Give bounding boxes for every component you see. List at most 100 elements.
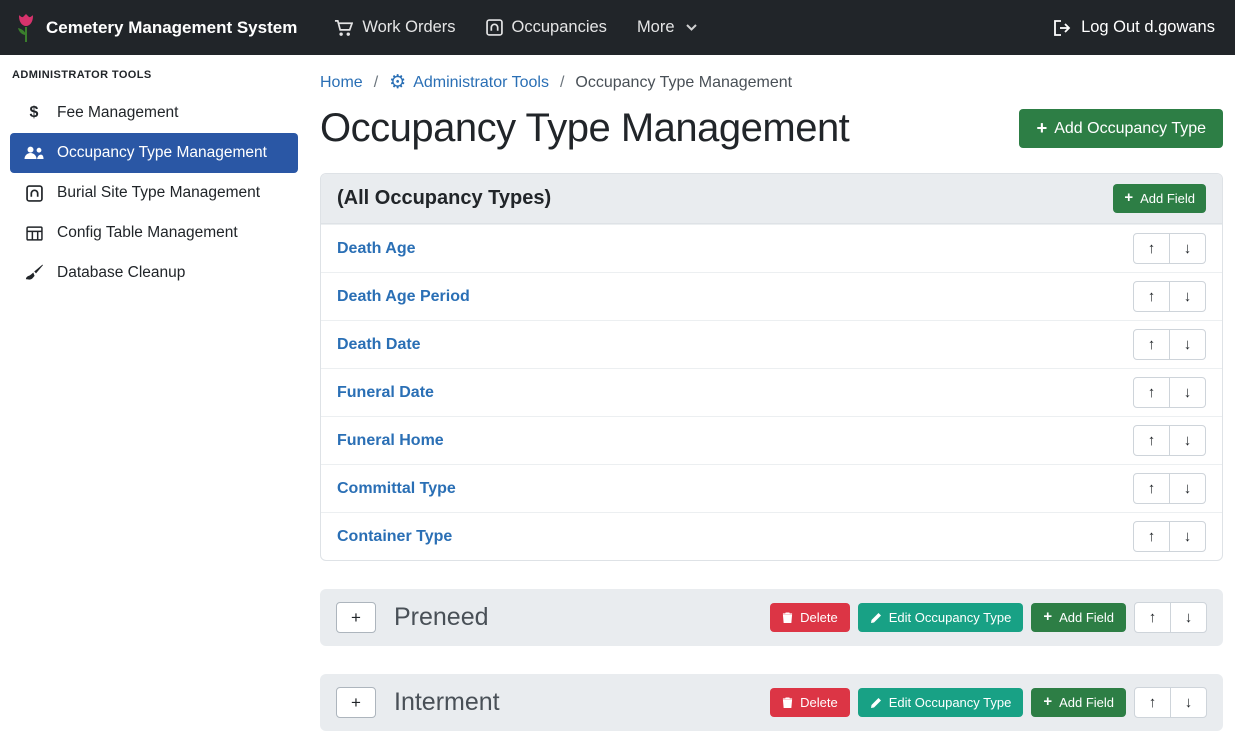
field-link-death-age-period[interactable]: Death Age Period xyxy=(337,288,470,306)
add-field-label: Add Field xyxy=(1140,191,1195,206)
arrow-up-icon: ↑ xyxy=(1148,480,1156,497)
arrow-up-icon: ↑ xyxy=(1148,528,1156,545)
arrow-down-icon: ↓ xyxy=(1185,609,1193,626)
reorder-controls: ↑ ↓ xyxy=(1134,687,1207,718)
add-field-button[interactable]: + Add Field xyxy=(1113,184,1206,213)
arrow-up-icon: ↑ xyxy=(1148,432,1156,449)
reorder-controls: ↑ ↓ xyxy=(1133,377,1206,408)
arrow-up-icon: ↑ xyxy=(1148,384,1156,401)
sidebar-item-occupancy-type-management[interactable]: Occupancy Type Management xyxy=(10,133,298,173)
section-actions: Delete Edit Occupancy Type + Add Field ↑ xyxy=(770,687,1207,718)
delete-button[interactable]: Delete xyxy=(770,688,850,717)
expand-section-button[interactable]: + xyxy=(336,687,376,718)
delete-label: Delete xyxy=(800,610,838,625)
delete-label: Delete xyxy=(800,695,838,710)
nav-work-orders[interactable]: Work Orders xyxy=(334,18,455,37)
reorder-controls: ↑ ↓ xyxy=(1133,281,1206,312)
reorder-controls: ↑ ↓ xyxy=(1133,425,1206,456)
arrow-up-icon: ↑ xyxy=(1148,288,1156,305)
section-actions: Delete Edit Occupancy Type + Add Field ↑ xyxy=(770,602,1207,633)
pencil-icon xyxy=(870,697,882,709)
move-up-button[interactable]: ↑ xyxy=(1133,329,1170,360)
nav-occupancies-label: Occupancies xyxy=(512,18,607,37)
move-up-button[interactable]: ↑ xyxy=(1133,521,1170,552)
section-title: Preneed xyxy=(394,603,489,632)
main-content: Home / ⚙ Administrator Tools / Occupancy… xyxy=(308,55,1235,738)
sidebar-item-label: Burial Site Type Management xyxy=(57,184,260,202)
move-down-button[interactable]: ↓ xyxy=(1169,521,1206,552)
app-brand[interactable]: Cemetery Management System xyxy=(16,13,297,43)
breadcrumb: Home / ⚙ Administrator Tools / Occupancy… xyxy=(320,73,1223,92)
broom-icon xyxy=(24,264,44,282)
table-icon xyxy=(24,225,44,242)
field-link-funeral-date[interactable]: Funeral Date xyxy=(337,384,434,402)
arrow-down-icon: ↓ xyxy=(1184,336,1192,353)
arrow-down-icon: ↓ xyxy=(1184,288,1192,305)
field-link-committal-type[interactable]: Committal Type xyxy=(337,480,456,498)
move-down-button[interactable]: ↓ xyxy=(1169,233,1206,264)
move-up-button[interactable]: ↑ xyxy=(1133,233,1170,264)
sidebar-item-config-table-management[interactable]: Config Table Management xyxy=(10,213,298,253)
logout-label: Log Out d.gowans xyxy=(1081,18,1215,37)
field-link-death-age[interactable]: Death Age xyxy=(337,240,416,258)
field-row: Death Age Period ↑ ↓ xyxy=(321,272,1222,320)
arrow-up-icon: ↑ xyxy=(1148,336,1156,353)
arrow-down-icon: ↓ xyxy=(1184,240,1192,257)
all-occupancy-types-header: (All Occupancy Types) + Add Field xyxy=(321,174,1222,224)
users-icon xyxy=(24,146,44,160)
breadcrumb-home-link[interactable]: Home xyxy=(320,74,363,92)
breadcrumb-admin-tools-link[interactable]: ⚙ Administrator Tools xyxy=(389,73,549,92)
move-down-button[interactable]: ↓ xyxy=(1170,602,1207,633)
trash-icon xyxy=(782,696,793,709)
move-up-button[interactable]: ↑ xyxy=(1133,425,1170,456)
edit-occupancy-type-button[interactable]: Edit Occupancy Type xyxy=(858,688,1024,717)
move-up-button[interactable]: ↑ xyxy=(1133,281,1170,312)
field-row: Funeral Home ↑ ↓ xyxy=(321,416,1222,464)
edit-occupancy-type-button[interactable]: Edit Occupancy Type xyxy=(858,603,1024,632)
sidebar: ADMINISTRATOR TOOLS $ Fee Management Occ… xyxy=(0,55,308,738)
chevron-down-icon xyxy=(686,24,697,31)
delete-button[interactable]: Delete xyxy=(770,603,850,632)
breadcrumb-admin-tools-label: Administrator Tools xyxy=(413,74,549,92)
field-row: Death Age ↑ ↓ xyxy=(321,224,1222,272)
sidebar-section-header: ADMINISTRATOR TOOLS xyxy=(0,69,308,93)
reorder-controls: ↑ ↓ xyxy=(1133,329,1206,360)
breadcrumb-current: Occupancy Type Management xyxy=(575,74,792,92)
move-down-button[interactable]: ↓ xyxy=(1169,425,1206,456)
field-link-funeral-home[interactable]: Funeral Home xyxy=(337,432,444,450)
nav-more[interactable]: More xyxy=(637,18,697,37)
expand-section-button[interactable]: + xyxy=(336,602,376,633)
arrow-down-icon: ↓ xyxy=(1184,384,1192,401)
move-up-button[interactable]: ↑ xyxy=(1133,377,1170,408)
reorder-controls: ↑ ↓ xyxy=(1133,473,1206,504)
add-field-button[interactable]: + Add Field xyxy=(1031,603,1126,632)
move-down-button[interactable]: ↓ xyxy=(1170,687,1207,718)
move-up-button[interactable]: ↑ xyxy=(1134,687,1171,718)
sidebar-item-label: Database Cleanup xyxy=(57,264,185,282)
field-link-death-date[interactable]: Death Date xyxy=(337,336,421,354)
sidebar-item-fee-management[interactable]: $ Fee Management xyxy=(10,93,298,133)
card-title: (All Occupancy Types) xyxy=(337,187,551,210)
add-field-button[interactable]: + Add Field xyxy=(1031,688,1126,717)
dollar-icon: $ xyxy=(24,104,44,122)
plus-icon: + xyxy=(1036,119,1047,137)
all-occupancy-types-card: (All Occupancy Types) + Add Field Death … xyxy=(320,173,1223,561)
move-down-button[interactable]: ↓ xyxy=(1169,473,1206,504)
field-row: Committal Type ↑ ↓ xyxy=(321,464,1222,512)
sidebar-item-burial-site-type-management[interactable]: Burial Site Type Management xyxy=(10,173,298,213)
nav-occupancies[interactable]: Occupancies xyxy=(486,18,607,37)
move-up-button[interactable]: ↑ xyxy=(1133,473,1170,504)
add-occupancy-type-label: Add Occupancy Type xyxy=(1054,120,1206,138)
move-down-button[interactable]: ↓ xyxy=(1169,281,1206,312)
add-occupancy-type-button[interactable]: + Add Occupancy Type xyxy=(1019,109,1223,147)
move-up-button[interactable]: ↑ xyxy=(1134,602,1171,633)
field-link-container-type[interactable]: Container Type xyxy=(337,528,452,546)
move-down-button[interactable]: ↓ xyxy=(1169,329,1206,360)
add-field-label: Add Field xyxy=(1059,610,1114,625)
sidebar-item-database-cleanup[interactable]: Database Cleanup xyxy=(10,253,298,293)
sidebar-item-label: Fee Management xyxy=(57,104,179,122)
reorder-controls: ↑ ↓ xyxy=(1134,602,1207,633)
move-down-button[interactable]: ↓ xyxy=(1169,377,1206,408)
edit-occupancy-type-label: Edit Occupancy Type xyxy=(889,610,1012,625)
logout-link[interactable]: Log Out d.gowans xyxy=(1054,18,1215,37)
